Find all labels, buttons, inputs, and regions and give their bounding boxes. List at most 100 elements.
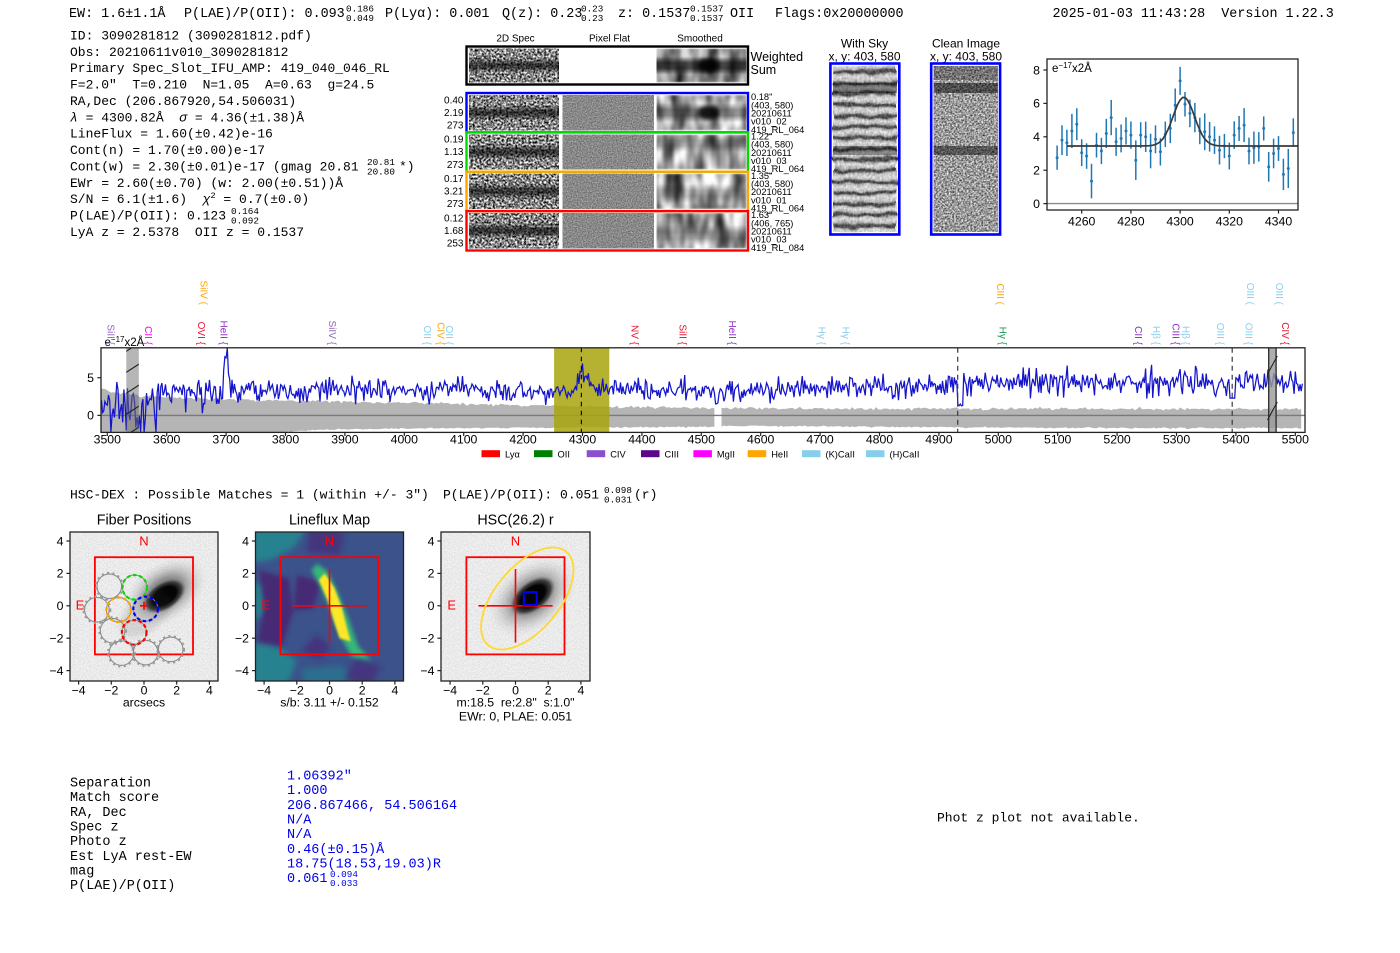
svg-text:Flags:0x20000000: Flags:0x20000000 bbox=[775, 7, 904, 22]
svg-text:Photo z: Photo z bbox=[70, 835, 127, 850]
svg-text:Match score: Match score bbox=[70, 791, 159, 806]
svg-text:*): *) bbox=[399, 160, 415, 175]
svg-text:2.19: 2.19 bbox=[444, 108, 464, 119]
svg-text:e−17x2Å: e−17x2Å bbox=[1052, 61, 1092, 75]
svg-text:0: 0 bbox=[428, 599, 435, 613]
svg-text:5100: 5100 bbox=[1044, 433, 1072, 447]
svg-text:ID: 3090281812 (3090281812.pdf: ID: 3090281812 (3090281812.pdf) bbox=[70, 29, 312, 44]
svg-text:2: 2 bbox=[57, 567, 64, 581]
svg-text:206.867466, 54.506164: 206.867466, 54.506164 bbox=[287, 799, 457, 814]
svg-text:Lineflux Map: Lineflux Map bbox=[289, 513, 370, 529]
svg-text:Smoothed: Smoothed bbox=[677, 34, 723, 45]
svg-text:−4: −4 bbox=[257, 684, 271, 698]
svg-text:λ = 4300.82Å σ = 4.36(±1.38)Å: λ = 4300.82Å σ = 4.36(±1.38)Å bbox=[70, 110, 304, 125]
svg-text:SiII {: SiII { bbox=[676, 324, 687, 345]
svg-text:0: 0 bbox=[1033, 197, 1040, 211]
svg-text:2025-01-03 11:43:28 Version 1: 2025-01-03 11:43:28 Version 1.22.3 bbox=[1053, 7, 1334, 22]
svg-text:273: 273 bbox=[447, 199, 464, 210]
svg-text:0.1537: 0.1537 bbox=[690, 13, 723, 24]
svg-text:1.000: 1.000 bbox=[287, 784, 328, 799]
svg-text:4600: 4600 bbox=[747, 433, 775, 447]
svg-text:z: 0.1537: z: 0.1537 bbox=[618, 7, 690, 22]
svg-text:−2: −2 bbox=[420, 632, 434, 646]
svg-text:−4: −4 bbox=[49, 664, 63, 678]
svg-text:N: N bbox=[325, 534, 334, 549]
svg-text:OIII {: OIII { bbox=[1214, 323, 1225, 346]
svg-text:0.46(±0.15)Å: 0.46(±0.15)Å bbox=[287, 843, 385, 858]
svg-text:−2: −2 bbox=[235, 632, 249, 646]
svg-text:Phot z plot not available.: Phot z plot not available. bbox=[937, 811, 1140, 826]
svg-text:0: 0 bbox=[57, 599, 64, 613]
svg-text:NV {: NV { bbox=[628, 325, 639, 346]
svg-text:(K)CaII: (K)CaII bbox=[826, 450, 855, 460]
svg-text:2: 2 bbox=[428, 567, 435, 581]
svg-text:Obs: 20210611v010_3090281812: Obs: 20210611v010_3090281812 bbox=[70, 45, 288, 60]
svg-text:With Sky: With Sky bbox=[841, 37, 888, 51]
svg-text:0.19: 0.19 bbox=[444, 135, 464, 146]
svg-text:Pixel Flat: Pixel Flat bbox=[589, 34, 630, 45]
svg-text:4260: 4260 bbox=[1068, 215, 1096, 229]
svg-text:OIII {: OIII { bbox=[1242, 323, 1253, 346]
svg-text:LyA z = 2.5378 OII z = 0.1537: LyA z = 2.5378 OII z = 0.1537 bbox=[70, 225, 304, 240]
svg-text:N: N bbox=[511, 534, 520, 549]
svg-text:EW: 1.6±1.1Å: EW: 1.6±1.1Å bbox=[69, 6, 166, 22]
svg-text:3800: 3800 bbox=[272, 433, 300, 447]
svg-text:Sum: Sum bbox=[751, 63, 777, 77]
svg-text:4500: 4500 bbox=[688, 433, 716, 447]
svg-text:Fiber Positions: Fiber Positions bbox=[97, 513, 192, 529]
svg-text:P(LAE)/P(OII): 0.123: P(LAE)/P(OII): 0.123 bbox=[70, 209, 226, 224]
svg-text:OII {: OII { bbox=[443, 326, 454, 346]
svg-text:20.80: 20.80 bbox=[367, 167, 395, 178]
svg-text:s/b: 3.11 +/- 0.152: s/b: 3.11 +/- 0.152 bbox=[280, 696, 379, 710]
svg-text:CIII: CIII bbox=[665, 450, 679, 460]
svg-text:0.061: 0.061 bbox=[287, 872, 328, 887]
svg-text:2: 2 bbox=[1033, 164, 1040, 178]
svg-text:4: 4 bbox=[577, 684, 584, 698]
svg-text:−4: −4 bbox=[443, 684, 457, 698]
svg-text:0.12: 0.12 bbox=[444, 213, 464, 224]
svg-text:Cont(w) = 2.30(±0.01)e-17 (gma: Cont(w) = 2.30(±0.01)e-17 (gmag 20.81 bbox=[70, 160, 359, 175]
svg-text:5200: 5200 bbox=[1103, 433, 1131, 447]
svg-text:OIII (: OIII ( bbox=[1273, 283, 1284, 306]
svg-text:OII: OII bbox=[730, 7, 754, 22]
svg-text:5500: 5500 bbox=[1282, 433, 1310, 447]
svg-text:N/A: N/A bbox=[287, 828, 312, 843]
svg-text:0.40: 0.40 bbox=[444, 95, 464, 106]
svg-text:OII {: OII { bbox=[421, 326, 432, 346]
svg-text:P(Lyα): 0.001: P(Lyα): 0.001 bbox=[385, 7, 489, 22]
svg-text:E: E bbox=[447, 598, 456, 613]
svg-text:4100: 4100 bbox=[450, 433, 478, 447]
svg-text:S/N = 6.1(±1.6) χ2 = 0.7(±0.0: S/N = 6.1(±1.6) χ2 = 0.7(±0.0) bbox=[70, 191, 309, 207]
svg-text:2: 2 bbox=[173, 684, 180, 698]
svg-text:18.75(18.53,19.03)R: 18.75(18.53,19.03)R bbox=[287, 858, 441, 873]
svg-text:4700: 4700 bbox=[806, 433, 834, 447]
svg-text:Lyα: Lyα bbox=[505, 450, 520, 460]
svg-text:OVI {: OVI { bbox=[195, 322, 206, 346]
svg-text:MgII: MgII bbox=[717, 450, 735, 460]
svg-text:Spec z: Spec z bbox=[70, 821, 119, 836]
svg-text:4900: 4900 bbox=[925, 433, 953, 447]
svg-text:5000: 5000 bbox=[985, 433, 1013, 447]
svg-text:Hγ {: Hγ { bbox=[839, 327, 850, 346]
svg-text:3900: 3900 bbox=[331, 433, 359, 447]
svg-text:x, y: 403, 580: x, y: 403, 580 bbox=[828, 50, 900, 64]
svg-text:m:18.5 re:2.8" s:1.0": m:18.5 re:2.8" s:1.0" bbox=[456, 696, 574, 710]
svg-text:CII {: CII { bbox=[1132, 326, 1143, 346]
svg-text:Separation: Separation bbox=[70, 777, 151, 792]
svg-text:HeII {: HeII { bbox=[217, 321, 228, 346]
svg-text:CIII {: CIII { bbox=[1169, 323, 1180, 345]
svg-text:273: 273 bbox=[447, 160, 464, 171]
svg-text:Cont(n) = 1.70(±0.00)e-17: Cont(n) = 1.70(±0.00)e-17 bbox=[70, 143, 265, 158]
svg-text:HeII {: HeII { bbox=[726, 321, 737, 346]
svg-text:5300: 5300 bbox=[1163, 433, 1191, 447]
svg-text:4: 4 bbox=[1033, 130, 1040, 144]
svg-text:(r): (r) bbox=[634, 488, 657, 503]
svg-text:SiII {: SiII { bbox=[104, 324, 115, 345]
svg-text:CIV {: CIV { bbox=[1279, 322, 1290, 345]
svg-text:mag: mag bbox=[70, 864, 94, 879]
svg-text:Est LyA rest-EW: Est LyA rest-EW bbox=[70, 850, 192, 865]
svg-text:N: N bbox=[139, 534, 148, 549]
svg-text:HSC(26.2) r: HSC(26.2) r bbox=[477, 513, 554, 529]
svg-text:HSC-DEX : Possible Matches = 1: HSC-DEX : Possible Matches = 1 (within +… bbox=[70, 488, 429, 503]
svg-text:0: 0 bbox=[242, 599, 249, 613]
